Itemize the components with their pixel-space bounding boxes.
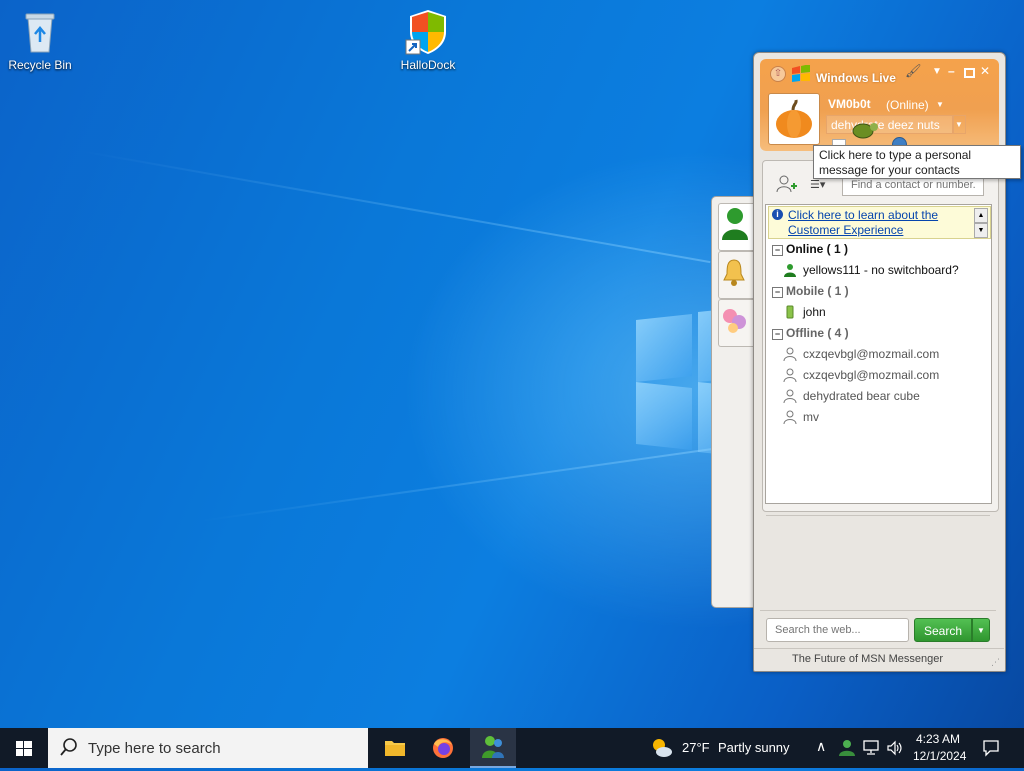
status-label[interactable]: (Online) <box>886 98 929 112</box>
offline-buddy-icon <box>783 410 797 424</box>
tab-alerts[interactable] <box>718 251 753 299</box>
group-offline[interactable]: − Offline ( 4 ) <box>772 326 849 340</box>
info-scroll-down[interactable]: ▼ <box>974 223 988 238</box>
network-icon[interactable] <box>862 740 880 759</box>
tray-messenger-icon[interactable] <box>838 739 856 760</box>
collapse-icon[interactable]: − <box>772 287 783 298</box>
web-search-dropdown[interactable]: ▼ <box>972 618 990 642</box>
add-contact-icon[interactable] <box>775 174 797 197</box>
personal-message-tooltip: Click here to type a personal message fo… <box>813 145 1021 179</box>
volume-icon[interactable] <box>886 740 904 759</box>
contact-name: yellows111 - no switchboard? <box>803 263 959 277</box>
contact-row[interactable]: yellows111 - no switchboard? <box>783 263 959 277</box>
taskbar-search-placeholder: Type here to search <box>88 740 221 757</box>
group-mobile-label: Mobile ( 1 ) <box>786 284 849 298</box>
web-search-input[interactable] <box>766 618 909 642</box>
hallodock-label: HalloDock <box>400 58 456 72</box>
info-bar: i Click here to learn about the Customer… <box>768 206 991 239</box>
mobile-buddy-icon <box>786 305 794 319</box>
view-options-icon[interactable]: ☰▾ <box>810 178 825 191</box>
offline-buddy-icon <box>783 389 797 403</box>
personal-message-box[interactable]: dehydrate deez nuts <box>826 115 954 134</box>
info-link[interactable]: Click here to learn about the Customer E… <box>788 208 968 238</box>
contact-name: john <box>803 305 826 319</box>
firefox-icon <box>433 738 453 758</box>
messenger-buddy-icon <box>482 736 504 758</box>
recycle-bin-icon[interactable]: Recycle Bin <box>0 8 80 72</box>
group-offline-label: Offline ( 4 ) <box>786 326 849 340</box>
display-name[interactable]: VM0b0t <box>828 97 871 111</box>
windows-start-icon <box>16 741 32 756</box>
weather-icon[interactable] <box>650 736 674 763</box>
folder-icon <box>385 741 405 756</box>
avatar[interactable] <box>768 93 820 145</box>
minimize-icon[interactable]: – <box>948 64 955 78</box>
start-button[interactable] <box>0 728 48 768</box>
contact-name: mv <box>803 410 819 424</box>
personal-message-dropdown[interactable]: ▼ <box>952 115 966 134</box>
app-title: Windows Live <box>816 71 896 85</box>
clock-date[interactable]: 12/1/2024 <box>913 749 966 763</box>
contact-name: dehydrated bear cube <box>803 389 920 403</box>
collapse-icon[interactable]: − <box>772 245 783 256</box>
group-online-label: Online ( 1 ) <box>786 242 849 256</box>
collapse-icon[interactable]: − <box>772 329 783 340</box>
contacts-buddy-icon <box>722 208 748 240</box>
hallodock-image <box>404 8 452 56</box>
divider <box>760 610 996 611</box>
windows-flag-icon <box>790 64 812 86</box>
back-icon[interactable]: ⇧ <box>770 66 786 82</box>
turtle-cursor-icon <box>848 115 880 146</box>
bell-icon <box>723 259 745 286</box>
fun-characters-icon <box>723 309 746 333</box>
recycle-bin-image <box>16 8 64 56</box>
clock-time[interactable]: 4:23 AM <box>916 732 960 746</box>
status-chevron-icon[interactable]: ▼ <box>936 100 944 109</box>
contact-row[interactable]: cxzqevbgl@mozmail.com <box>783 368 939 382</box>
tab-contacts[interactable] <box>718 203 753 251</box>
messenger-header: ⇧ Windows Live 🖌 ▼ – ✕ VM0b0t (Online) ▼ <box>760 59 999 152</box>
contact-row[interactable]: john <box>783 305 826 319</box>
info-icon: i <box>772 209 783 220</box>
tray-chevron-icon[interactable]: ∧ <box>816 738 826 755</box>
divider <box>766 515 990 516</box>
group-mobile[interactable]: − Mobile ( 1 ) <box>772 284 849 298</box>
contact-row[interactable]: mv <box>783 410 819 424</box>
contact-row[interactable]: cxzqevbgl@mozmail.com <box>783 347 939 361</box>
menu-chevron-icon[interactable]: ▼ <box>932 66 942 77</box>
taskbar-messenger[interactable] <box>470 728 516 768</box>
tab-fun[interactable] <box>718 299 753 347</box>
taskbar-firefox[interactable] <box>420 728 466 768</box>
web-search-button[interactable]: Search <box>914 618 972 642</box>
weather-temp[interactable]: 27°F <box>682 740 710 755</box>
notifications-icon[interactable] <box>982 739 1000 760</box>
search-icon <box>60 737 78 760</box>
contact-row[interactable]: dehydrated bear cube <box>783 389 920 403</box>
contact-name: cxzqevbgl@mozmail.com <box>803 347 940 361</box>
search-button-label: Search <box>923 624 963 638</box>
taskbar: Type here to search 27°F Partly sunny ∧ … <box>0 728 1024 768</box>
messenger-side-tabs <box>711 196 754 608</box>
weather-desc[interactable]: Partly sunny <box>718 740 790 755</box>
online-buddy-icon <box>784 264 796 277</box>
footer-bar: The Future of MSN Messenger ⋰ <box>754 648 1004 671</box>
group-online[interactable]: − Online ( 1 ) <box>772 242 848 256</box>
info-scroll-up[interactable]: ▲ <box>974 208 988 223</box>
taskbar-search-box[interactable]: Type here to search <box>48 728 368 768</box>
paint-icon[interactable]: 🖌 <box>905 63 922 79</box>
offline-buddy-icon <box>783 368 797 382</box>
recycle-bin-label: Recycle Bin <box>8 58 72 72</box>
resize-grip-icon[interactable]: ⋰ <box>991 657 1000 668</box>
maximize-icon[interactable] <box>964 68 975 78</box>
light-beam <box>79 150 711 264</box>
offline-buddy-icon <box>783 347 797 361</box>
hallodock-icon[interactable]: HalloDock <box>388 8 468 72</box>
light-beam <box>199 447 716 522</box>
close-icon[interactable]: ✕ <box>980 64 990 78</box>
footer-text: The Future of MSN Messenger <box>792 653 944 665</box>
contact-name: cxzqevbgl@mozmail.com <box>803 368 940 382</box>
taskbar-file-explorer[interactable] <box>372 728 418 768</box>
